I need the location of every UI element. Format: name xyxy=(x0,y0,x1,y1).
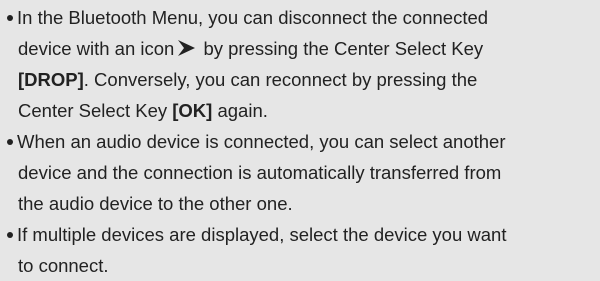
note-text: . Conversely, you can reconnect by press… xyxy=(83,69,478,90)
bullet-icon xyxy=(7,15,13,21)
note-multiple-devices: If multiple devices are displayed, selec… xyxy=(0,219,600,281)
note-text: again. xyxy=(212,100,268,121)
note-line: In the Bluetooth Menu, you can disconnec… xyxy=(17,7,489,28)
note-line: When an audio device is connected, you c… xyxy=(17,131,506,152)
note-line: [DROP]. Conversely, you can reconnect by… xyxy=(0,64,600,95)
notes-list: In the Bluetooth Menu, you can disconnec… xyxy=(0,0,600,279)
note-text: by pressing the Center Select Key xyxy=(198,38,484,59)
note-text: Center Select Key xyxy=(18,100,173,121)
note-audio-transfer: When an audio device is connected, you c… xyxy=(0,126,600,219)
note-line: Center Select Key [OK] again. xyxy=(0,95,600,126)
bullet-icon xyxy=(7,232,13,238)
note-line: the audio device to the other one. xyxy=(18,193,293,214)
note-line: to connect. xyxy=(18,255,109,276)
note-line: device and the connection is automatical… xyxy=(18,162,502,183)
bullet-icon xyxy=(7,139,13,145)
note-disconnect: In the Bluetooth Menu, you can disconnec… xyxy=(0,2,600,126)
connected-device-arrow-icon xyxy=(178,40,196,56)
note-line: If multiple devices are displayed, selec… xyxy=(17,224,507,245)
note-text: device with an icon xyxy=(18,38,175,59)
drop-key-label: [DROP] xyxy=(18,69,84,90)
note-line: device with an icon by pressing the Cent… xyxy=(0,33,600,64)
ok-key-label: [OK] xyxy=(172,100,213,121)
